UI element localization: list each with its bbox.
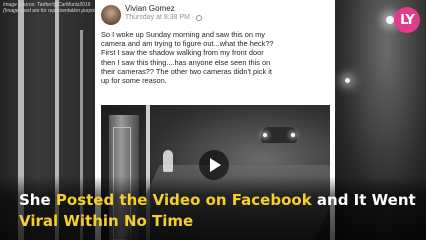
post-text-line: then I saw this thing....has anyone else…: [101, 57, 271, 67]
video-car-light: [263, 133, 267, 137]
headline: She Posted the Video on Facebook and It …: [19, 190, 419, 232]
meta-separator: ·: [191, 14, 195, 21]
post-author[interactable]: Vivian Gomez: [125, 4, 175, 13]
channel-logo: LY: [394, 7, 420, 33]
post-text-line: camera and am trying to figure out...wha…: [101, 39, 274, 49]
post-text-line: their cameras?? The other two cameras di…: [101, 66, 272, 76]
headline-text: She: [19, 191, 56, 209]
headline-highlight: Posted the Video on Facebook: [55, 191, 312, 209]
logo-text: LY: [400, 12, 415, 28]
play-icon: [210, 158, 221, 172]
post-text-line: So I woke up Sunday morning and saw this…: [101, 30, 265, 39]
post-text-line: First I saw the shadow walking from my f…: [101, 48, 264, 58]
headline-text: and It Went: [311, 191, 416, 209]
headline-line-1: She Posted the Video on Facebook and It …: [19, 190, 419, 211]
background-light: [386, 16, 394, 24]
video-car-light: [291, 133, 295, 137]
headline-highlight: Viral Within No Time: [19, 212, 194, 230]
post-timestamp[interactable]: Thursday at 8:38 PM: [125, 14, 190, 21]
post-text-line: up for some reason.: [101, 76, 167, 86]
background-light: [345, 78, 350, 83]
video-ghost-figure: [163, 150, 173, 172]
headline-line-2: Viral Within No Time: [19, 211, 419, 232]
avatar[interactable]: [101, 5, 121, 25]
globe-icon: [196, 14, 203, 21]
post-text: So I woke up Sunday morning and saw this…: [101, 30, 331, 85]
post-meta: Thursday at 8:38 PM ·: [125, 14, 203, 21]
